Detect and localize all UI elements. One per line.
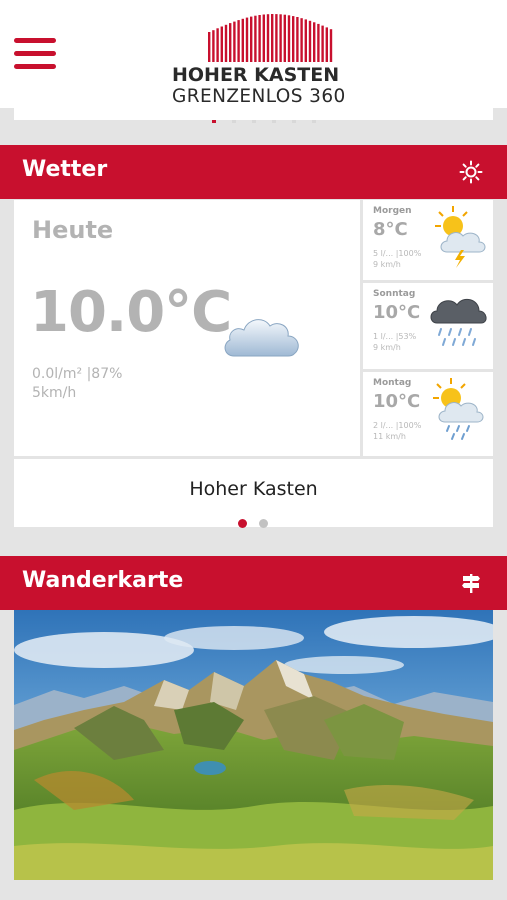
location-pager[interactable]: [238, 513, 280, 532]
app-header: HOHER KASTEN GRENZENLOS 360: [0, 0, 507, 108]
signpost-icon[interactable]: [459, 571, 483, 595]
today-wind: 5km/h: [32, 385, 77, 401]
forecast-details: 1 l/... |53% 9 km/h: [373, 331, 416, 353]
today-temperature: 10.0°C: [30, 280, 232, 345]
map-section-title: Wanderkarte: [22, 568, 184, 593]
pager-dot-active[interactable]: [238, 519, 247, 528]
weather-section-header[interactable]: Wetter: [0, 145, 507, 199]
forecast-temperature: 8°C: [373, 219, 408, 240]
forecast-day-name: Sonntag: [373, 289, 416, 299]
dark-cloud-rain-icon: [430, 298, 487, 346]
forecast-details: 5 l/... |100% 9 km/h: [373, 248, 421, 270]
forecast-details: 2 l/... |100% 11 km/h: [373, 420, 421, 442]
logo[interactable]: HOHER KASTEN GRENZENLOS 360: [172, 10, 345, 107]
forecast-precip-humidity: 1 l/... |53%: [373, 332, 417, 341]
forecast-precip-humidity: 5 l/... |100%: [373, 249, 422, 258]
sun-cloud-rain-icon: [433, 378, 484, 440]
panorama-map-image[interactable]: [14, 610, 493, 880]
logo-stripes-icon: [208, 14, 333, 63]
forecast-day-name: Morgen: [373, 206, 412, 216]
today-details: 0.0l/m² |87% 5km/h: [32, 365, 122, 403]
logo-subtitle: GRENZENLOS 360: [172, 86, 346, 107]
forecast-wind: 9 km/h: [373, 343, 401, 352]
forecast-day-name: Montag: [373, 378, 412, 388]
sun-cloud-thunder-icon: [435, 206, 486, 268]
forecast-day-3[interactable]: Montag 10°C 2 l/... |100% 11 km/h: [363, 372, 493, 456]
weather-section-title: Wetter: [22, 157, 108, 182]
forecast-day-1[interactable]: Morgen 8°C 5 l/... |100% 9 km/h: [363, 200, 493, 280]
forecast-precip-humidity: 2 l/... |100%: [373, 421, 422, 430]
location-name: Hoher Kasten: [189, 478, 318, 500]
cloud-icon: [224, 319, 299, 357]
forecast-wind: 11 km/h: [373, 432, 406, 441]
forecast-day-2[interactable]: Sonntag 10°C 1 l/... |53% 9 km/h: [363, 283, 493, 369]
map-section-header[interactable]: Wanderkarte: [0, 556, 507, 610]
logo-title: HOHER KASTEN: [172, 64, 340, 86]
sun-icon[interactable]: [459, 160, 483, 184]
today-precip-humidity: 0.0l/m² |87%: [32, 366, 123, 382]
previous-card-pager: [212, 108, 332, 127]
previous-card: [14, 108, 493, 123]
forecast-temperature: 10°C: [373, 302, 421, 323]
today-weather-card[interactable]: Heute 10.0°C 0.0l/m² |87% 5km/h: [14, 200, 360, 456]
location-card[interactable]: Hoher Kasten: [14, 459, 493, 528]
forecast-wind: 9 km/h: [373, 260, 401, 269]
pager-dot[interactable]: [259, 519, 268, 528]
hamburger-menu-icon[interactable]: [14, 38, 56, 72]
today-label: Heute: [32, 216, 114, 244]
forecast-temperature: 10°C: [373, 391, 421, 412]
